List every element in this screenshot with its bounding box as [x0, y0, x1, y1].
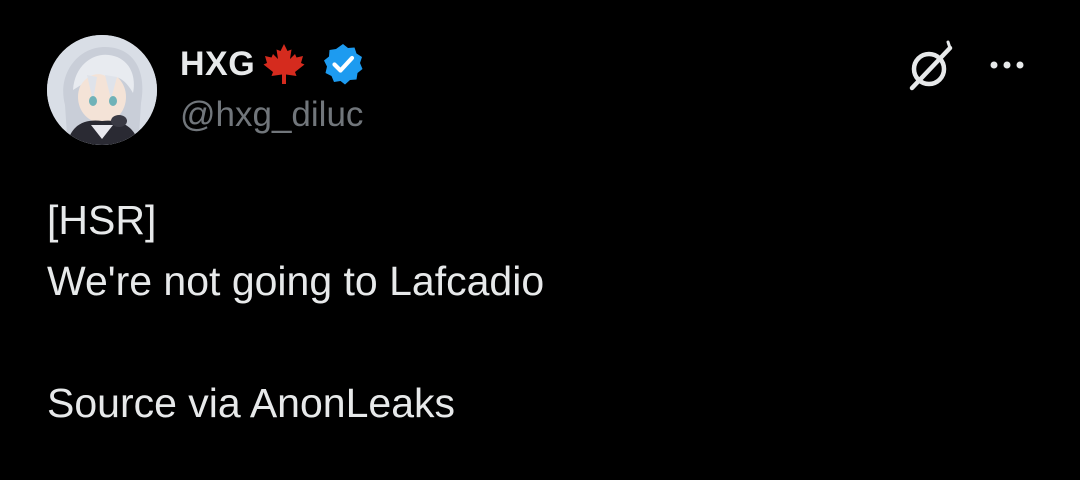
avatar[interactable]: [47, 35, 157, 145]
tweet-text-line: [HSR]: [47, 197, 157, 243]
tweet-text-line: We're not going to Lafcadio: [47, 258, 545, 304]
tweet-text-line: Source via AnonLeaks: [47, 380, 455, 426]
avatar-image: [47, 35, 157, 145]
author-display-name[interactable]: HXG: [180, 45, 255, 84]
verified-badge-icon[interactable]: [321, 42, 365, 86]
more-options-icon[interactable]: [985, 50, 1029, 80]
grok-icon[interactable]: [904, 40, 958, 94]
author-name-row[interactable]: HXG: [180, 42, 365, 86]
canada-maple-leaf-icon: [257, 42, 311, 86]
author-handle[interactable]: @hxg_diluc: [180, 95, 363, 135]
tweet-text: [HSR] We're not going to Lafcadio Source…: [47, 190, 544, 434]
